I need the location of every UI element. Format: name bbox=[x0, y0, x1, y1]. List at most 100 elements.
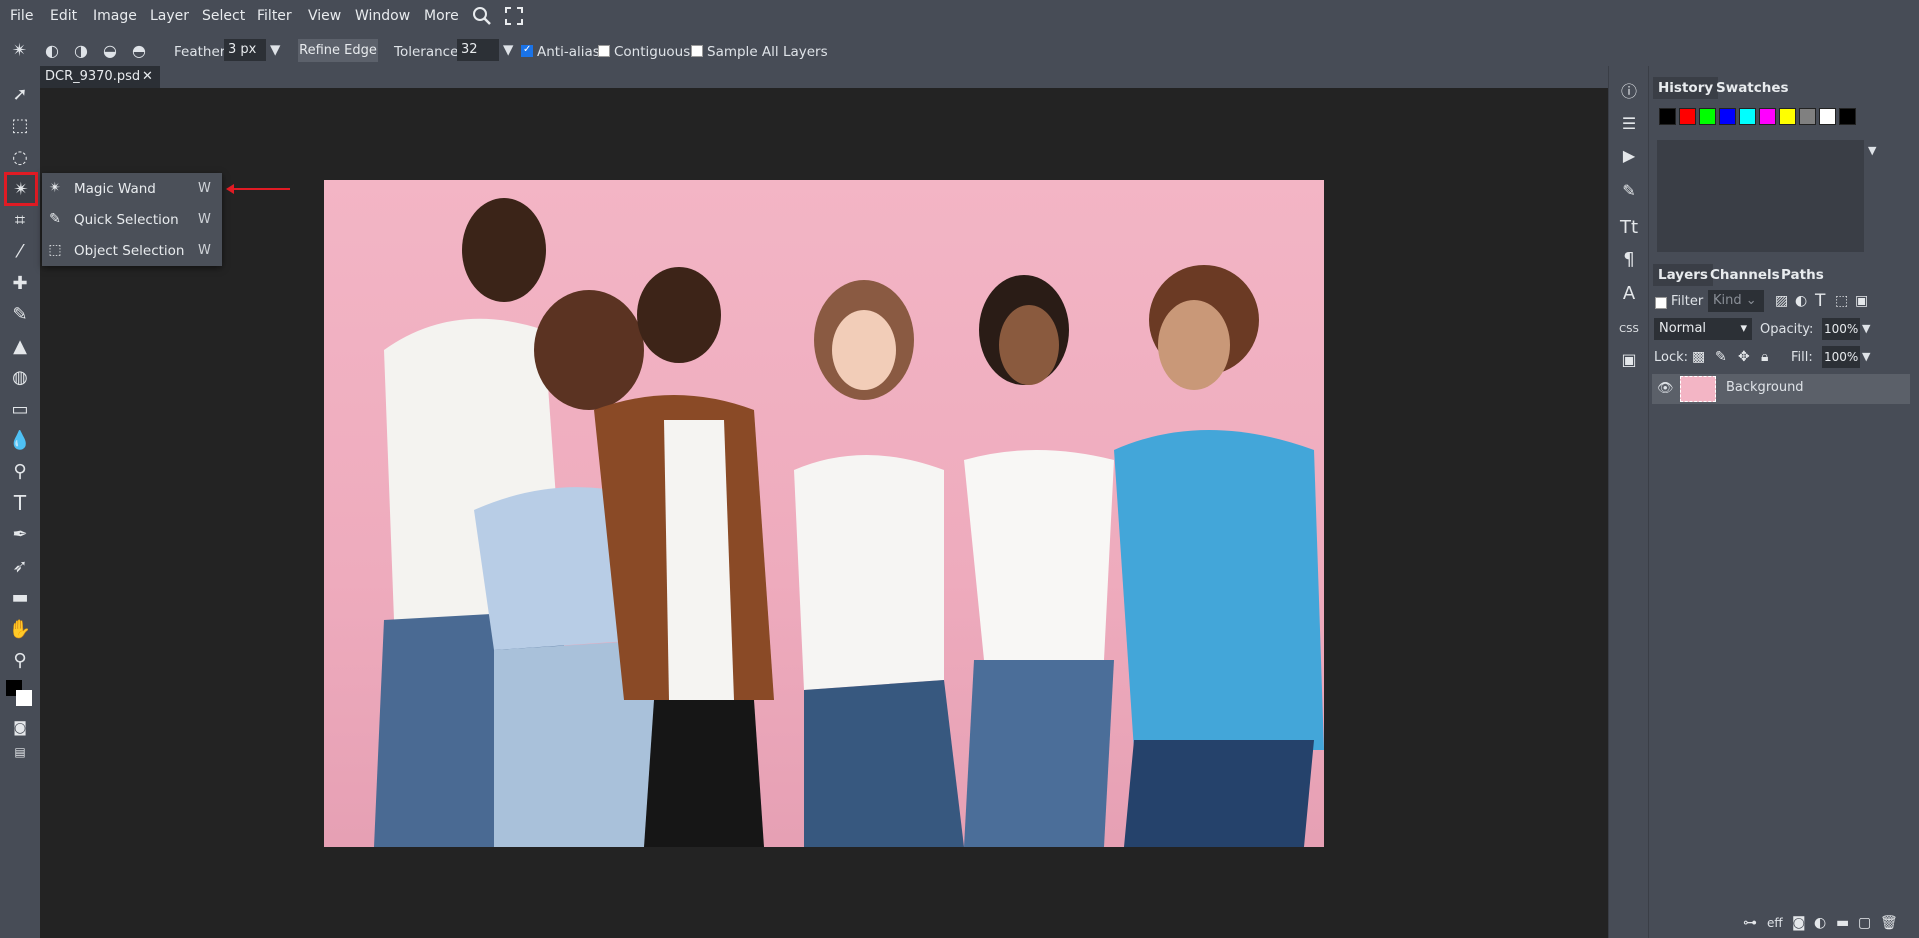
menu-view[interactable]: View bbox=[308, 8, 341, 24]
swatch-black[interactable] bbox=[1659, 108, 1676, 125]
document-tab[interactable]: DCR_9370.psd ✕ bbox=[40, 66, 160, 88]
swatch-green[interactable] bbox=[1699, 108, 1716, 125]
adjustment-layer-icon[interactable]: ◐ bbox=[1814, 915, 1826, 931]
fullscreen-icon[interactable] bbox=[505, 7, 523, 29]
adjustments-icon[interactable]: ☰ bbox=[1619, 114, 1639, 134]
marquee-tool-icon[interactable]: ⬚ bbox=[6, 111, 34, 139]
type-tool-icon[interactable]: T bbox=[6, 489, 34, 517]
hand-tool-icon[interactable]: ✋ bbox=[6, 615, 34, 643]
shape-tool-icon[interactable]: ▬ bbox=[6, 583, 34, 611]
swatch-cyan[interactable] bbox=[1739, 108, 1756, 125]
menu-select[interactable]: Select bbox=[202, 8, 245, 24]
kind-select[interactable]: Kind ⌄ bbox=[1708, 290, 1764, 312]
feather-dropdown-icon[interactable]: ▼ bbox=[270, 42, 280, 58]
glyphs-icon[interactable]: A bbox=[1619, 284, 1639, 304]
delete-layer-icon[interactable]: 🗑︎ bbox=[1880, 915, 1898, 931]
path-select-tool-icon[interactable]: ➶ bbox=[6, 552, 34, 580]
new-group-icon[interactable]: ▬ bbox=[1836, 915, 1849, 931]
menu-image[interactable]: Image bbox=[93, 8, 137, 24]
eyedropper-tool-icon[interactable]: ⁄ bbox=[6, 237, 34, 265]
anti-alias-checkbox[interactable] bbox=[521, 44, 533, 57]
healing-tool-icon[interactable]: ✚ bbox=[6, 269, 34, 297]
stamp-tool-icon[interactable]: ▲ bbox=[6, 332, 34, 360]
lock-brush-icon[interactable]: ✎ bbox=[1715, 349, 1727, 365]
zoom-tool-icon[interactable]: ⚲ bbox=[6, 646, 34, 674]
sample-all-checkbox[interactable] bbox=[691, 45, 703, 57]
move-tool-icon[interactable]: ➚ bbox=[6, 80, 34, 108]
tab-layers[interactable]: Layers bbox=[1653, 264, 1713, 286]
visibility-eye-icon[interactable]: 👁︎ bbox=[1657, 381, 1674, 396]
blend-mode-select[interactable]: Normal ▾ bbox=[1654, 318, 1752, 340]
document-image[interactable] bbox=[324, 180, 1324, 847]
flyout-item-quick-selection[interactable]: ✎ Quick Selection W bbox=[42, 204, 222, 235]
fill-input[interactable]: 100% bbox=[1822, 346, 1860, 368]
character-icon[interactable]: Tt bbox=[1619, 218, 1639, 238]
filter-shape-icon[interactable]: ⬚ bbox=[1835, 293, 1848, 309]
lock-transparency-icon[interactable]: ▩ bbox=[1692, 349, 1705, 365]
swatch-yellow[interactable] bbox=[1779, 108, 1796, 125]
menu-layer[interactable]: Layer bbox=[150, 8, 189, 24]
menu-more[interactable]: More bbox=[424, 8, 459, 24]
tab-swatches[interactable]: Swatches bbox=[1711, 77, 1794, 99]
layer-row-background[interactable]: 👁︎ Background bbox=[1652, 374, 1910, 404]
tab-history[interactable]: History bbox=[1653, 77, 1719, 99]
tolerance-input[interactable]: 32 bbox=[457, 39, 499, 61]
menu-edit[interactable]: Edit bbox=[50, 8, 77, 24]
tab-paths[interactable]: Paths bbox=[1776, 264, 1829, 286]
swatch-blue[interactable] bbox=[1719, 108, 1736, 125]
opacity-dropdown-icon[interactable]: ▼ bbox=[1862, 322, 1870, 335]
history-menu-icon[interactable]: ▼ bbox=[1868, 144, 1876, 157]
flyout-item-object-selection[interactable]: ⬚ Object Selection W bbox=[42, 235, 222, 266]
paragraph-icon[interactable]: ¶ bbox=[1619, 250, 1639, 270]
filter-type-icon[interactable]: T bbox=[1815, 291, 1825, 311]
filter-image-icon[interactable]: ▨ bbox=[1775, 293, 1788, 309]
screen-mode-icon[interactable]: ▤ bbox=[6, 738, 34, 766]
swatch-black-2[interactable] bbox=[1839, 108, 1856, 125]
crop-tool-icon[interactable]: ⌗ bbox=[6, 206, 34, 234]
css-icon[interactable]: CSS bbox=[1619, 320, 1639, 340]
menu-window[interactable]: Window bbox=[355, 8, 410, 24]
eraser-tool-icon[interactable]: ◍ bbox=[6, 363, 34, 391]
swatch-gray[interactable] bbox=[1799, 108, 1816, 125]
fill-dropdown-icon[interactable]: ▼ bbox=[1862, 350, 1870, 363]
gradient-tool-icon[interactable]: ▭ bbox=[6, 395, 34, 423]
new-layer-icon[interactable]: ▢ bbox=[1858, 915, 1871, 931]
layer-effects-button[interactable]: eff bbox=[1767, 916, 1783, 930]
add-selection-icon[interactable]: ◑ bbox=[74, 41, 88, 60]
pen-tool-icon[interactable]: ✒ bbox=[6, 520, 34, 548]
brush-tool-icon[interactable]: ✎ bbox=[6, 300, 34, 328]
dodge-tool-icon[interactable]: ⚲ bbox=[6, 457, 34, 485]
lock-position-icon[interactable]: ✥ bbox=[1738, 349, 1750, 365]
tab-channels[interactable]: Channels bbox=[1705, 264, 1785, 286]
swatch-red[interactable] bbox=[1679, 108, 1696, 125]
actions-play-icon[interactable]: ▶ bbox=[1619, 146, 1639, 166]
image-icon[interactable]: ▣ bbox=[1619, 350, 1639, 370]
layer-filter-checkbox[interactable] bbox=[1655, 297, 1667, 309]
lasso-tool-icon[interactable]: ◌ bbox=[6, 143, 34, 171]
subtract-selection-icon[interactable]: ◒ bbox=[103, 41, 117, 60]
menu-filter[interactable]: Filter bbox=[257, 8, 292, 24]
background-color-swatch[interactable] bbox=[16, 690, 32, 706]
feather-input[interactable]: 3 px bbox=[224, 39, 266, 61]
intersect-selection-icon[interactable]: ◓ bbox=[132, 41, 146, 60]
history-list[interactable] bbox=[1657, 140, 1864, 252]
swatch-white[interactable] bbox=[1819, 108, 1836, 125]
add-mask-icon[interactable]: ◙ bbox=[1792, 915, 1806, 931]
tolerance-dropdown-icon[interactable]: ▼ bbox=[503, 42, 513, 58]
close-tab-icon[interactable]: ✕ bbox=[142, 66, 153, 88]
refine-edge-button[interactable]: Refine Edge bbox=[298, 39, 378, 62]
info-icon[interactable]: ⓘ bbox=[1619, 82, 1639, 102]
filter-smart-object-icon[interactable]: ▣ bbox=[1855, 293, 1868, 309]
flyout-item-magic-wand[interactable]: ✴ Magic Wand W bbox=[42, 173, 222, 204]
filter-adjustment-icon[interactable]: ◐ bbox=[1795, 293, 1807, 309]
magic-wand-tool-icon[interactable]: ✴ bbox=[4, 172, 38, 206]
opacity-input[interactable]: 100% bbox=[1822, 318, 1860, 340]
contiguous-checkbox[interactable] bbox=[598, 45, 610, 57]
link-layers-icon[interactable]: ⊶ bbox=[1743, 915, 1757, 931]
new-selection-icon[interactable]: ◐ bbox=[45, 41, 59, 60]
brush-settings-icon[interactable]: ✎ bbox=[1619, 181, 1639, 201]
search-icon[interactable] bbox=[472, 6, 492, 30]
blur-tool-icon[interactable]: 💧 bbox=[6, 426, 34, 454]
lock-all-icon[interactable]: 🔒︎ bbox=[1761, 349, 1768, 365]
swatch-magenta[interactable] bbox=[1759, 108, 1776, 125]
